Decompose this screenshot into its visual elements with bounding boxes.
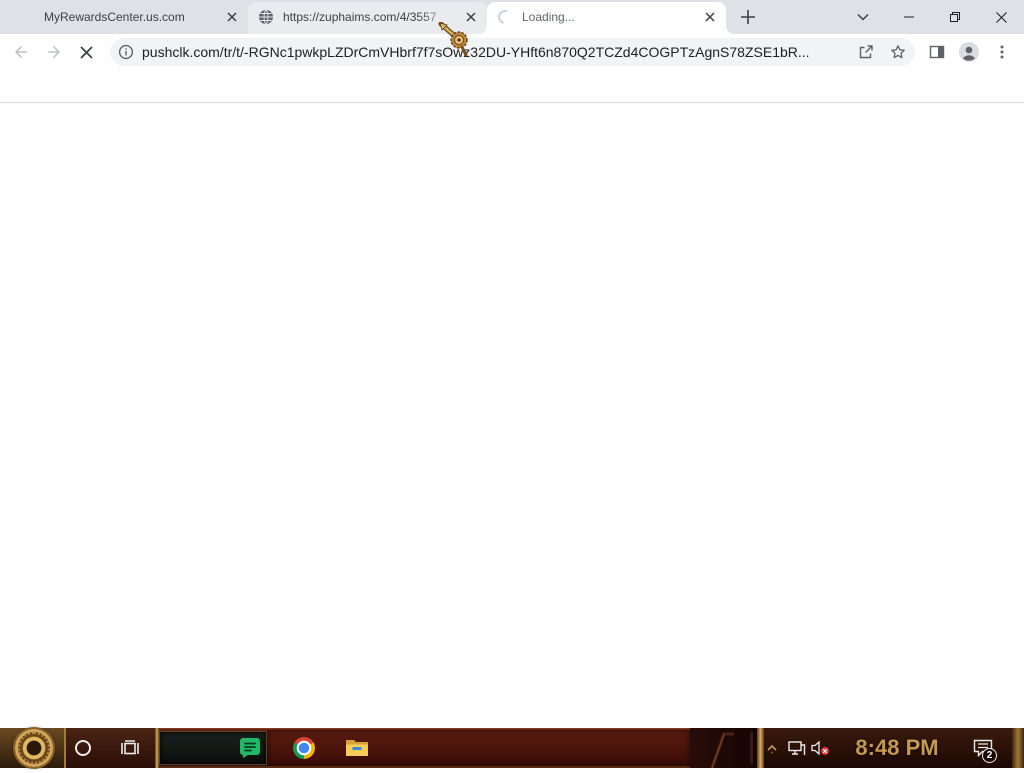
lever-ornament [710,732,753,769]
restore-icon [950,12,960,22]
back-button[interactable] [7,38,35,66]
tab-title: https://zuphaims.com/4/3557 [283,10,437,24]
side-panel-button[interactable] [923,38,951,66]
close-icon [705,12,715,22]
bookmark-star-button[interactable] [886,40,910,64]
stop-loading-button[interactable] [72,38,100,66]
chrome-icon [293,737,315,759]
bookmarks-bar [0,70,1024,103]
cortana-search-button[interactable] [66,728,100,768]
taskbar-end-cap [1012,728,1024,768]
arrow-right-icon [48,46,60,58]
forward-button[interactable] [40,38,68,66]
volume-muted-icon [811,740,829,756]
share-button[interactable] [854,40,878,64]
brass-divider [757,728,764,768]
tab-myrewardscenter[interactable]: MyRewardsCenter.us.com [9,2,248,34]
arrow-left-icon [15,46,27,58]
show-hidden-icons-button[interactable] [764,728,780,768]
tab-title: MyRewardsCenter.us.com [44,10,185,24]
tab-zuphaims[interactable]: https://zuphaims.com/4/3557 [248,2,487,34]
info-icon [118,44,134,60]
chevron-down-icon [857,13,869,21]
tab-close-button[interactable] [702,9,718,25]
site-info-button[interactable] [114,40,138,64]
taskbar-apps-area [267,730,690,766]
chrome-menu-button[interactable] [988,38,1016,66]
profile-avatar-icon [959,42,979,62]
url-text[interactable]: pushclk.com/tr/t/-RGNc1pwkpLZDrCmVHbrf7f… [142,38,850,66]
tab-close-button[interactable] [463,9,479,25]
globe-icon [259,9,273,25]
browser-toolbar: pushclk.com/tr/t/-RGNc1pwkpLZDrCmVHbrf7f… [0,34,1024,70]
notification-count-badge: 2 [982,748,997,763]
profile-button[interactable] [955,38,983,66]
stop-icon [79,45,93,59]
close-icon [466,12,476,22]
close-window-button[interactable] [978,0,1024,34]
tab-title: Loading... [522,10,575,24]
action-center-button[interactable]: 2 [963,728,1003,768]
kebab-menu-icon [1000,45,1004,59]
network-icon [788,741,806,755]
windows-taskbar: 8:48 PM 2 [0,728,1024,769]
page-content [0,103,1024,728]
task-view-button[interactable] [107,728,153,768]
new-tab-button[interactable] [736,5,760,29]
taskbar-clock[interactable]: 8:48 PM [846,728,948,768]
tab-close-button[interactable] [224,9,240,25]
taskbar-file-explorer-button[interactable] [334,728,380,768]
restore-button[interactable] [932,0,978,34]
file-explorer-icon [346,740,368,756]
close-icon [227,12,237,22]
share-icon [859,45,873,59]
tab-search-button[interactable] [851,5,875,29]
network-button[interactable] [785,728,809,768]
plus-icon [741,10,755,24]
chevron-up-icon [767,744,777,754]
address-bar[interactable]: pushclk.com/tr/t/-RGNc1pwkpLZDrCmVHbrf7f… [110,38,915,66]
close-icon [995,11,1007,23]
green-app-icon [240,738,260,758]
cortana-circle-icon [75,740,91,756]
tab-loading[interactable]: Loading... [479,2,734,34]
taskbar-chrome-button[interactable] [281,728,327,768]
task-view-icon [121,740,139,755]
volume-button[interactable] [808,728,832,768]
side-panel-icon [929,45,945,59]
loading-spinner-icon [498,10,512,24]
star-icon [891,45,905,59]
minimize-button[interactable] [886,0,932,34]
taskbar-green-app-button[interactable] [227,728,273,768]
taskbar-decor-lever [690,728,757,769]
minimize-icon [904,16,914,18]
tab-strip: MyRewardsCenter.us.com https://zuphaims.… [0,0,1024,34]
start-button[interactable] [15,729,53,767]
